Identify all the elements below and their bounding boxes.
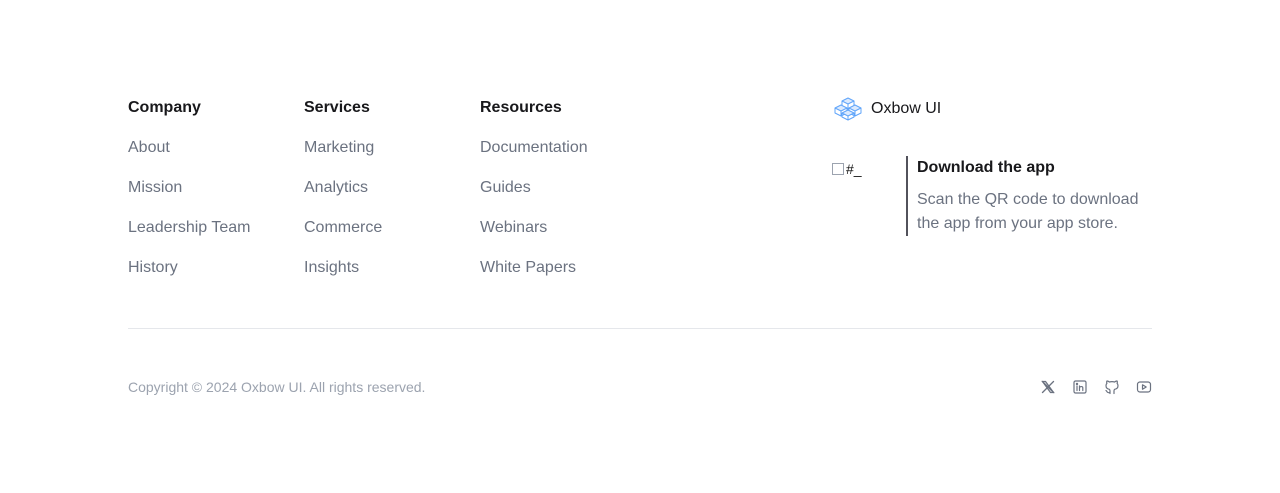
footer-link-guides[interactable]: Guides <box>480 178 531 198</box>
footer-column-services: Services Marketing Analytics Commerce In… <box>304 98 382 298</box>
column-heading-resources: Resources <box>480 99 562 116</box>
copyright-text: Copyright © 2024 Oxbow UI. All rights re… <box>128 379 426 395</box>
list-item: Guides <box>480 178 588 218</box>
footer-column-company: Company About Mission Leadership Team Hi… <box>128 98 250 298</box>
stacked-cubes-icon <box>832 97 864 121</box>
list-item: Documentation <box>480 138 588 178</box>
list-item: About <box>128 138 250 178</box>
qr-code-image: #_ <box>832 157 896 181</box>
github-icon[interactable] <box>1104 379 1120 395</box>
app-download-description: Scan the QR code to download the app fro… <box>917 191 1139 232</box>
list-item: History <box>128 258 250 298</box>
social-links <box>1040 379 1152 395</box>
list-item: Analytics <box>304 178 382 218</box>
footer-link-insights[interactable]: Insights <box>304 258 359 278</box>
footer-link-analytics[interactable]: Analytics <box>304 178 368 198</box>
list-item: Webinars <box>480 218 588 258</box>
footer-link-commerce[interactable]: Commerce <box>304 218 382 238</box>
column-heading-services: Services <box>304 99 370 116</box>
broken-image-icon <box>832 163 844 175</box>
column-heading-company: Company <box>128 99 201 116</box>
footer-link-leadership-team[interactable]: Leadership Team <box>128 218 250 238</box>
services-links: Marketing Analytics Commerce Insights <box>304 138 382 298</box>
list-item: Marketing <box>304 138 382 178</box>
app-download-title: Download the app <box>917 159 1055 176</box>
brand-home-link[interactable]: Oxbow UI <box>832 96 941 122</box>
youtube-icon[interactable] <box>1136 379 1152 395</box>
footer-link-marketing[interactable]: Marketing <box>304 138 374 158</box>
linkedin-icon[interactable] <box>1072 379 1088 395</box>
footer-link-mission[interactable]: Mission <box>128 178 182 198</box>
x-twitter-icon[interactable] <box>1040 379 1056 395</box>
site-footer: Company About Mission Leadership Team Hi… <box>0 0 1280 493</box>
footer-column-resources: Resources Documentation Guides Webinars … <box>480 98 588 298</box>
list-item: White Papers <box>480 258 588 298</box>
footer-link-documentation[interactable]: Documentation <box>480 138 588 158</box>
footer-link-white-papers[interactable]: White Papers <box>480 258 576 278</box>
list-item: Mission <box>128 178 250 218</box>
footer-divider <box>128 328 1152 329</box>
list-item: Leadership Team <box>128 218 250 258</box>
qr-alt-text: #_ <box>846 161 862 177</box>
resources-links: Documentation Guides Webinars White Pape… <box>480 138 588 298</box>
footer-link-history[interactable]: History <box>128 258 178 278</box>
list-item: Insights <box>304 258 382 298</box>
footer-link-webinars[interactable]: Webinars <box>480 218 547 238</box>
list-item: Commerce <box>304 218 382 258</box>
company-links: About Mission Leadership Team History <box>128 138 250 298</box>
app-download-block: Download the app Scan the QR code to dow… <box>906 156 1152 236</box>
brand-name: Oxbow UI <box>871 100 942 117</box>
footer-link-about[interactable]: About <box>128 138 170 158</box>
